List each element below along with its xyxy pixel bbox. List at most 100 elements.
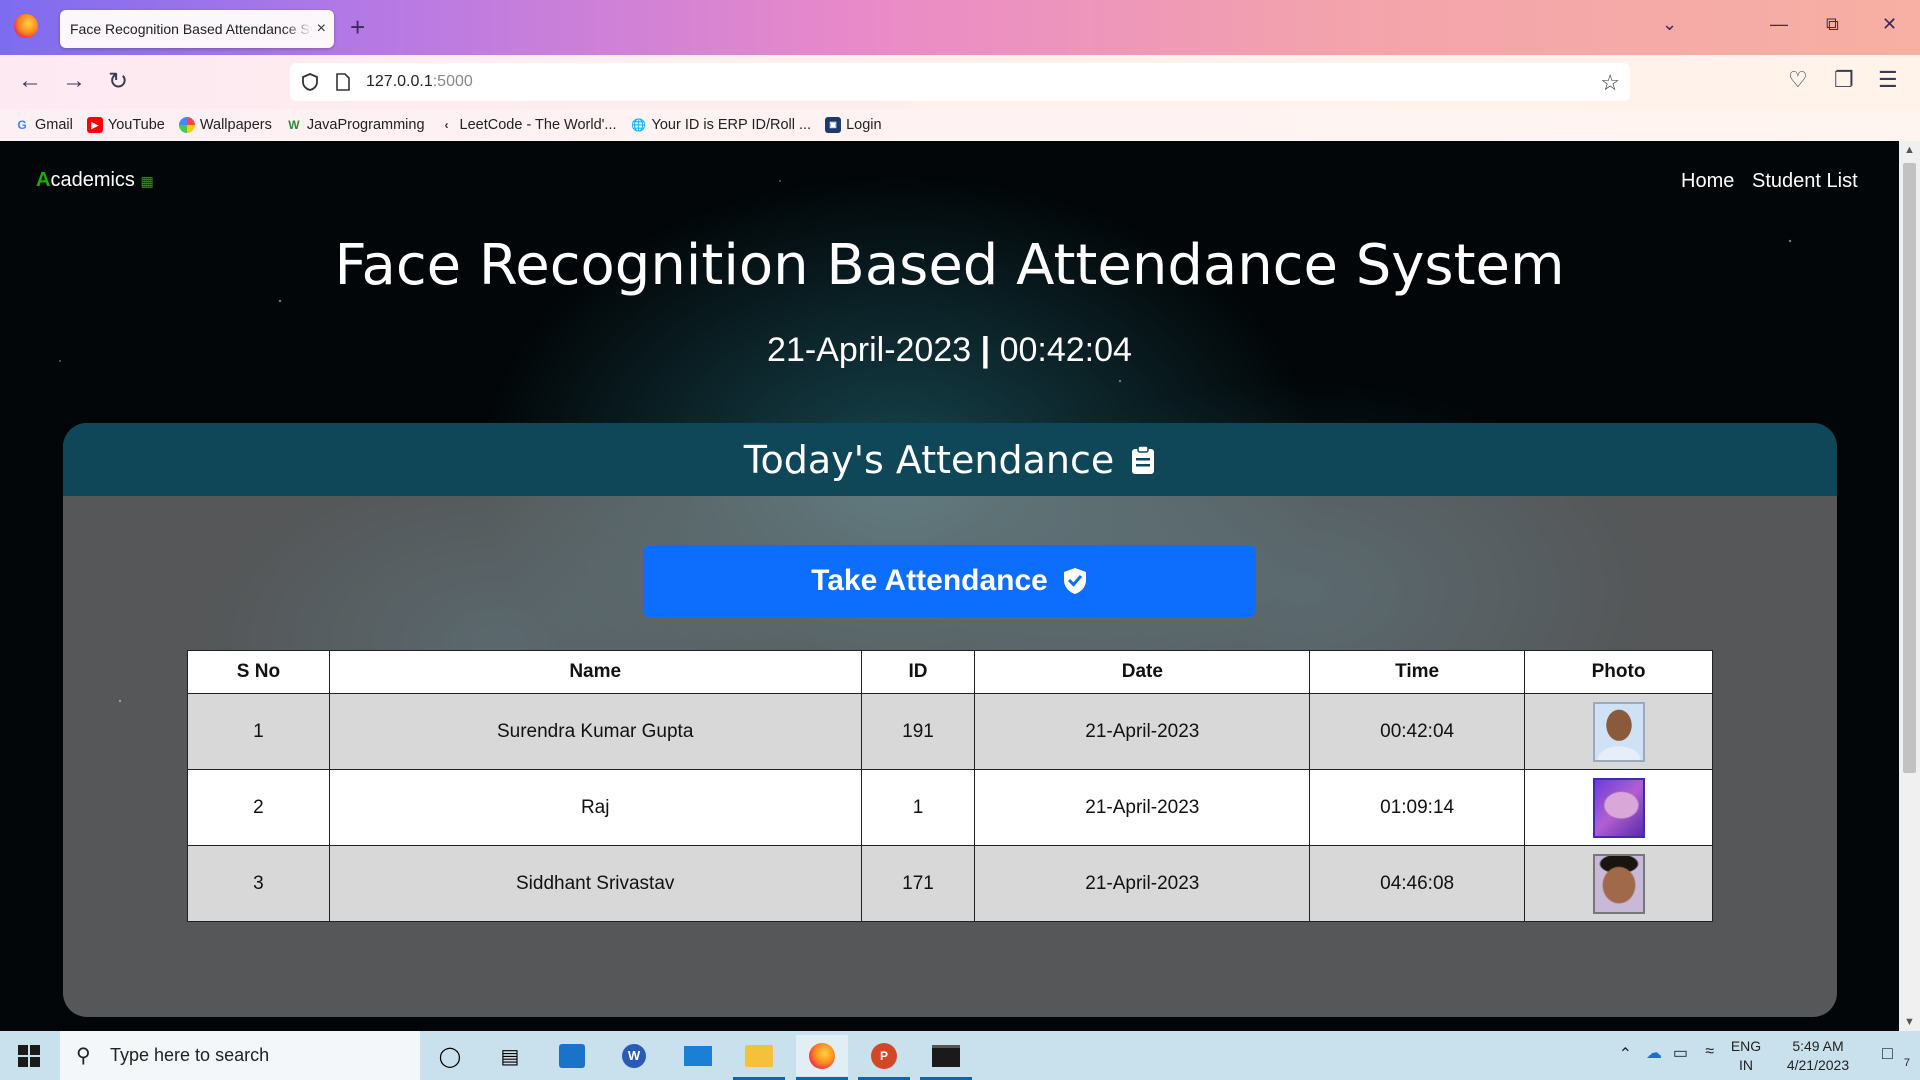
clipboard-icon (1132, 444, 1155, 474)
firefox-logo-icon[interactable] (14, 14, 38, 38)
language-code: ENG (1730, 1038, 1762, 1054)
file-explorer-icon[interactable] (741, 1039, 777, 1073)
bookmark-wallpapers[interactable]: Wallpapers (178, 117, 272, 133)
card-header: Today's Attendance (63, 423, 1837, 496)
forward-icon[interactable]: → (62, 67, 86, 95)
bookmark-label: LeetCode - The World'... (459, 117, 617, 133)
onedrive-icon[interactable]: ☁ (1646, 1043, 1662, 1063)
attendance-table: S No Name ID Date Time Photo 1 Surendra … (187, 650, 1713, 922)
brand-logo[interactable]: Academics ▦ (36, 169, 154, 192)
date-time-display: 21-April-2023 | 00:42:04 (0, 331, 1899, 370)
restore-icon[interactable]: ⧉ (1826, 14, 1839, 35)
window-close-icon[interactable]: ✕ (1882, 14, 1897, 35)
bookmark-gmail[interactable]: G Gmail (14, 117, 73, 133)
url-bar[interactable]: 127.0.0.1:5000 ☆ (290, 63, 1630, 101)
cell-sno: 2 (187, 769, 330, 846)
cell-name: Siddhant Srivastav (328, 845, 862, 922)
column-header: Date (974, 650, 1311, 694)
bookmark-login[interactable]: ▣ Login (825, 117, 882, 133)
taskbar-clock[interactable]: 5:49 AM 4/21/2023 (1768, 1037, 1868, 1075)
column-header: S No (187, 650, 330, 694)
shield-check-icon (1063, 568, 1086, 594)
cortana-icon[interactable]: ◯ (432, 1039, 468, 1073)
battery-icon[interactable]: ▭ (1673, 1043, 1688, 1063)
leetcode-icon: ‹ (444, 118, 449, 132)
pocket-icon[interactable]: ♡ (1788, 67, 1808, 93)
scroll-thumb[interactable] (1903, 163, 1916, 773)
taskbar-search-box[interactable]: ⚲ Type here to search (60, 1031, 420, 1080)
column-header: Photo (1524, 650, 1713, 694)
list-all-tabs-icon[interactable]: ⌄ (1662, 14, 1677, 35)
scroll-up-icon[interactable]: ▲ (1904, 144, 1915, 156)
notification-center-icon[interactable]: □ 7 (1882, 1043, 1910, 1069)
shield-icon[interactable] (300, 72, 320, 92)
close-tab-icon[interactable]: × (317, 20, 326, 38)
cell-id: 171 (860, 845, 976, 922)
take-attendance-button[interactable]: Take Attendance (643, 545, 1256, 617)
nav-home-link[interactable]: Home (1681, 170, 1734, 193)
cell-sno: 1 (187, 693, 330, 770)
bookmark-label: Wallpapers (199, 117, 272, 133)
scroll-down-icon[interactable]: ▼ (1904, 1016, 1915, 1028)
extensions-icon[interactable]: ❐ (1834, 67, 1854, 93)
cell-sno: 3 (187, 845, 330, 922)
menu-icon[interactable]: ☰ (1878, 67, 1898, 93)
mail-app-icon[interactable] (680, 1039, 716, 1073)
bookmark-leetcode[interactable]: ‹ LeetCode - The World'... (439, 117, 617, 133)
nav-student-list-link[interactable]: Student List (1752, 170, 1858, 193)
cell-time: 01:09:14 (1309, 769, 1526, 846)
current-date: 21-April-2023 (767, 331, 972, 369)
firefox-taskbar-icon[interactable] (796, 1035, 848, 1076)
tab-title: Face Recognition Based Attendance System (70, 21, 313, 37)
table-row: 3 Siddhant Srivastav 171 21-April-2023 0… (187, 845, 1713, 922)
bookmark-youtube[interactable]: ▶ YouTube (86, 117, 165, 133)
word-app-icon[interactable]: W (616, 1039, 652, 1073)
globe-icon: 🌐 (631, 118, 646, 132)
bookmarks-bar: G Gmail ▶ YouTube Wallpapers W JavaProgr… (0, 109, 1920, 141)
bookmark-label: Login (846, 117, 882, 133)
terminal-app-icon[interactable] (928, 1039, 964, 1073)
table-header-row: S No Name ID Date Time Photo (187, 650, 1713, 694)
cell-date: 21-April-2023 (974, 693, 1311, 770)
bookmark-javaprogramming[interactable]: W JavaProgramming (286, 117, 425, 133)
student-photo (1592, 853, 1645, 914)
language-indicator[interactable]: ENG IN (1724, 1037, 1768, 1075)
minimize-icon[interactable]: — (1770, 14, 1788, 35)
navigation-toolbar: ← → ↻ 127.0.0.1:5000 ☆ ♡ ❐ ☰ (0, 55, 1920, 109)
cell-date: 21-April-2023 (974, 769, 1311, 846)
cell-photo (1524, 769, 1713, 846)
reload-icon[interactable]: ↻ (108, 67, 128, 96)
cell-id: 1 (860, 769, 976, 846)
task-view-icon[interactable]: ▤ (492, 1039, 528, 1073)
cell-name: Raj (328, 769, 862, 846)
bookmark-erp[interactable]: 🌐 Your ID is ERP ID/Roll ... (631, 117, 812, 133)
windows-start-icon[interactable] (18, 1045, 40, 1067)
new-tab-button[interactable]: + (350, 12, 365, 43)
column-header: Name (328, 650, 862, 694)
wallpapers-icon (178, 117, 195, 133)
cell-date: 21-April-2023 (974, 845, 1311, 922)
url-text: 127.0.0.1:5000 (366, 73, 473, 90)
clock-date: 4/21/2023 (1786, 1057, 1850, 1073)
youtube-icon: ▶ (86, 117, 103, 133)
page-scrollbar[interactable]: ▲ ▼ (1899, 141, 1920, 1031)
back-icon[interactable]: ← (18, 67, 42, 95)
cell-time: 00:42:04 (1309, 693, 1526, 770)
browser-tab[interactable]: Face Recognition Based Attendance System… (60, 10, 334, 48)
bookmark-star-icon[interactable]: ☆ (1600, 70, 1620, 96)
microsoft-store-icon[interactable] (554, 1039, 590, 1073)
powerpoint-app-icon[interactable]: P (866, 1039, 902, 1073)
column-header: ID (860, 650, 976, 694)
wifi-icon[interactable]: ≈ (1705, 1043, 1714, 1061)
bookmark-label: JavaProgramming (306, 117, 425, 133)
bookmark-label: YouTube (107, 117, 165, 133)
page-title: Face Recognition Based Attendance System (334, 233, 1565, 298)
region-code: IN (1739, 1057, 1753, 1073)
cell-name: Surendra Kumar Gupta (328, 693, 862, 770)
bookmark-label: Your ID is ERP ID/Roll ... (651, 117, 812, 133)
book-icon: ▦ (140, 173, 154, 189)
cell-id: 191 (860, 693, 976, 770)
show-hidden-icons-icon[interactable]: ⌃ (1619, 1044, 1632, 1064)
bookmark-label: Gmail (35, 117, 73, 133)
browser-tab-bar: Face Recognition Based Attendance System… (0, 0, 1920, 55)
